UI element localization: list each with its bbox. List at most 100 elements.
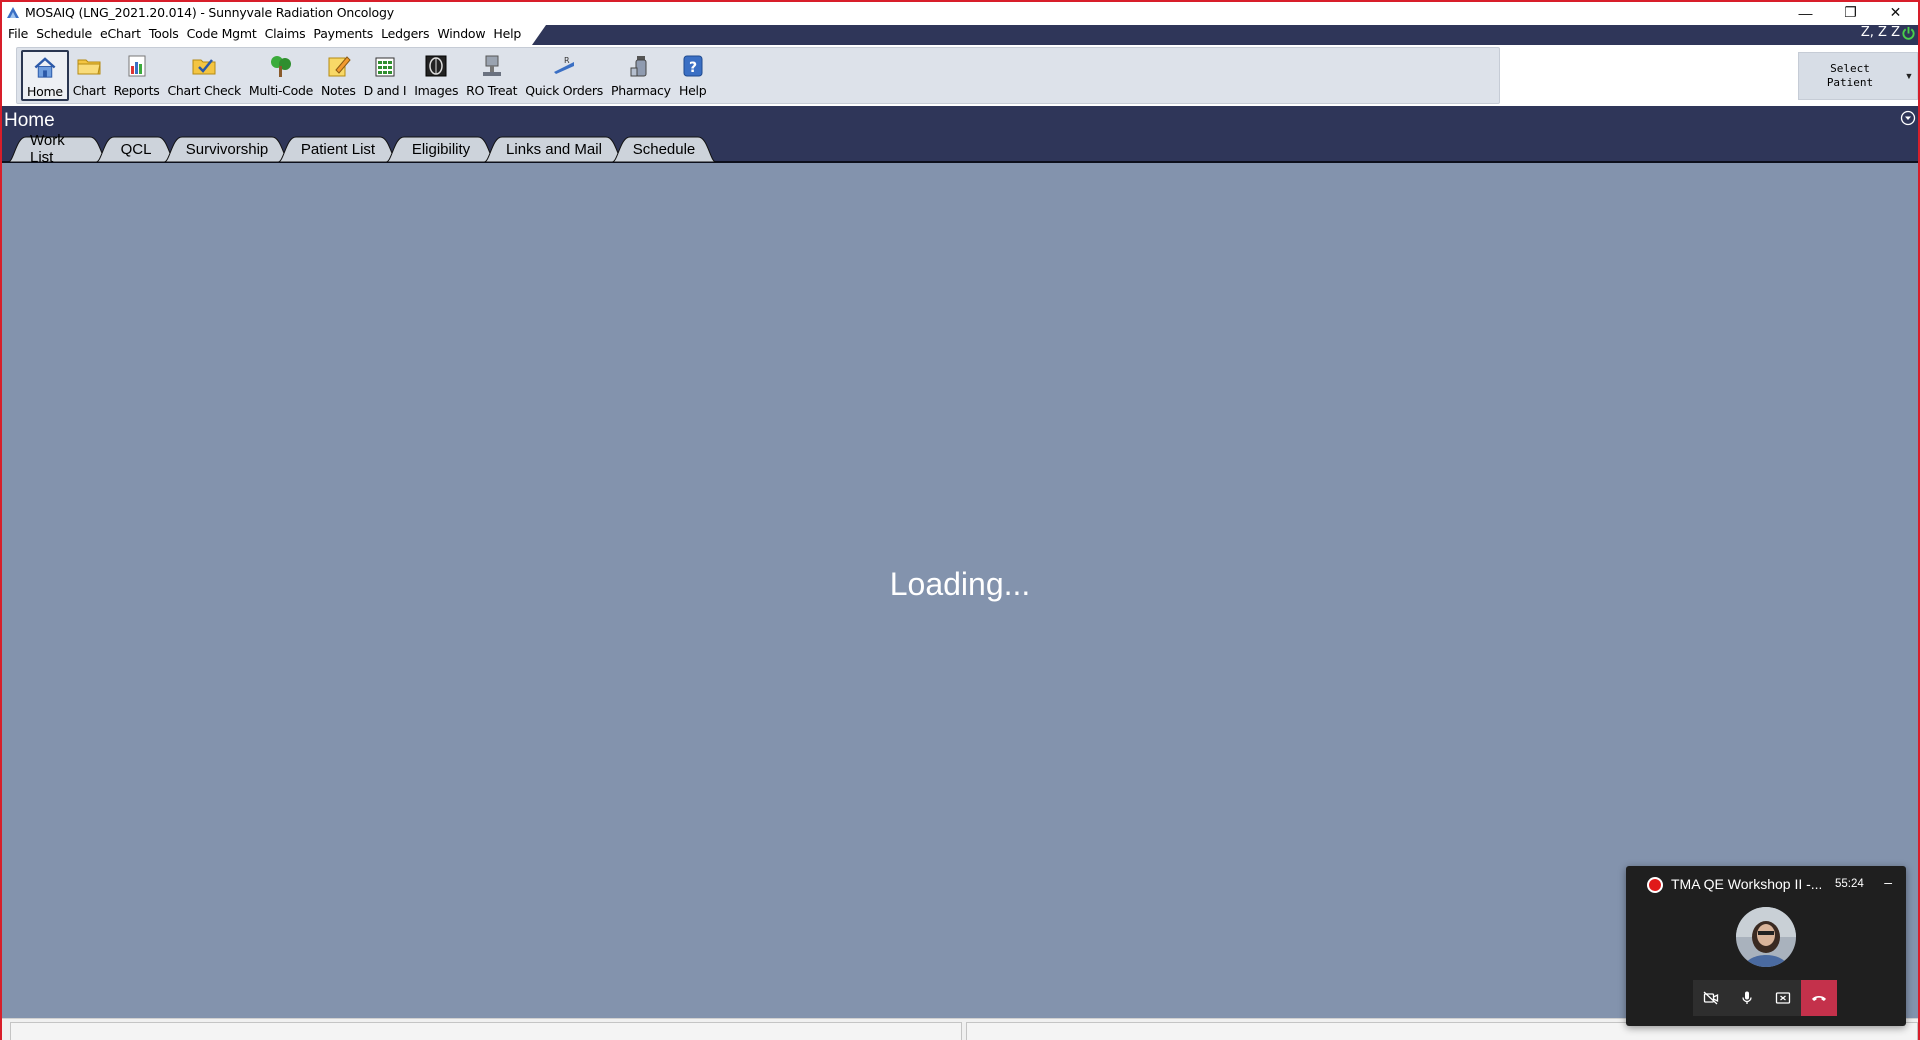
toolbar-label: Notes xyxy=(321,83,356,98)
hang-up-icon xyxy=(1812,996,1826,1001)
main-toolbar: Home Chart Reports Chart Check Multi-Cod… xyxy=(16,47,1500,104)
call-widget[interactable]: TMA QE Workshop II -... 55:24 – xyxy=(1626,866,1906,1026)
end-call-button[interactable] xyxy=(1801,980,1837,1016)
toolbar-area: Home Chart Reports Chart Check Multi-Cod… xyxy=(2,45,1918,106)
recording-icon xyxy=(1647,877,1663,893)
restore-button[interactable]: ❐ xyxy=(1828,2,1873,23)
toolbar-chart-button[interactable]: Chart xyxy=(69,50,110,101)
svg-text:R: R xyxy=(564,56,570,65)
toolbar-ro-treat-button[interactable]: RO Treat xyxy=(462,50,521,101)
menu-claims[interactable]: Claims xyxy=(264,26,313,41)
tab-links-and-mail[interactable]: Links and Mail xyxy=(484,136,624,162)
avatar xyxy=(1736,907,1796,967)
toolbar-multi-code-button[interactable]: Multi-Code xyxy=(245,50,317,101)
svg-text:?: ? xyxy=(689,60,697,76)
chevron-down-icon[interactable]: ▼ xyxy=(1901,71,1917,81)
restore-icon: ❐ xyxy=(1844,4,1857,20)
close-button[interactable]: ✕ xyxy=(1873,2,1918,23)
menu-help[interactable]: Help xyxy=(492,26,528,41)
share-screen-icon xyxy=(1775,992,1791,1004)
images-icon xyxy=(425,55,447,77)
tab-label: Work List xyxy=(30,132,65,166)
power-icon[interactable] xyxy=(1901,26,1916,41)
reports-icon xyxy=(128,55,145,77)
home-icon xyxy=(34,57,56,78)
toolbar-label: Chart xyxy=(72,83,106,98)
d-and-i-icon xyxy=(375,57,395,77)
toolbar-label: Chart Check xyxy=(167,83,241,98)
toolbar-chart-check-button[interactable]: Chart Check xyxy=(163,50,244,101)
toolbar-label: RO Treat xyxy=(466,83,518,98)
tab-patient-list[interactable]: Patient List xyxy=(278,136,398,162)
toolbar-reports-button[interactable]: Reports xyxy=(110,50,164,101)
ro-treat-icon xyxy=(482,55,501,76)
app-window: MOSAIQ (LNG_2021.20.014) - Sunnyvale Rad… xyxy=(0,0,1920,1040)
camera-off-icon xyxy=(1703,991,1719,1005)
tab-schedule[interactable]: Schedule xyxy=(612,136,716,162)
toolbar-label: D and I xyxy=(363,83,407,98)
toolbar-pharmacy-button[interactable]: Pharmacy xyxy=(607,50,675,101)
tab-label: Schedule xyxy=(632,140,696,158)
menu-file[interactable]: File xyxy=(8,26,35,41)
camera-toggle-button[interactable] xyxy=(1693,980,1729,1016)
microphone-button[interactable] xyxy=(1729,980,1765,1016)
quick-orders-icon: R xyxy=(554,56,575,74)
toolbar-home-button[interactable]: Home xyxy=(21,50,69,101)
help-icon: ? xyxy=(683,55,703,77)
menu-code-mgmt[interactable]: Code Mgmt xyxy=(186,26,264,41)
menu-payments[interactable]: Payments xyxy=(312,26,380,41)
toolbar-label: Quick Orders xyxy=(525,83,603,98)
title-bar: MOSAIQ (LNG_2021.20.014) - Sunnyvale Rad… xyxy=(2,2,1918,23)
loading-message: Loading... xyxy=(889,566,1031,602)
microphone-icon xyxy=(1742,991,1752,1004)
tab-label: Survivorship xyxy=(185,140,269,158)
toolbar-label: Images xyxy=(414,83,459,98)
select-patient-label: Select Patient xyxy=(1826,62,1874,89)
tab-work-list[interactable]: Work List xyxy=(8,132,108,166)
home-header: Home Work List QCL Survivorship Patient … xyxy=(2,106,1918,166)
menu-bar: File Schedule eChart Tools Code Mgmt Cla… xyxy=(2,23,1918,45)
toolbar-label: Pharmacy xyxy=(610,83,671,98)
menu-window[interactable]: Window xyxy=(436,26,492,41)
toolbar-label: Multi-Code xyxy=(248,83,313,98)
call-duration: 55:24 xyxy=(1835,878,1864,890)
toolbar-label: Help xyxy=(679,83,707,98)
tab-label: Links and Mail xyxy=(506,140,602,158)
app-icon xyxy=(5,5,21,21)
chart-folder-icon xyxy=(77,59,101,75)
minimize-button[interactable]: — xyxy=(1783,2,1828,23)
tab-survivorship[interactable]: Survivorship xyxy=(164,136,290,162)
toolbar-images-button[interactable]: Images xyxy=(410,50,462,101)
window-title: MOSAIQ (LNG_2021.20.014) - Sunnyvale Rad… xyxy=(25,5,394,20)
select-patient-button[interactable]: Select Patient ▼ xyxy=(1798,52,1918,100)
toolbar-d-and-i-button[interactable]: D and I xyxy=(360,50,411,101)
toolbar-label: Home xyxy=(27,84,63,99)
current-user: Z, Z Z xyxy=(1860,25,1900,40)
tab-label: QCL xyxy=(120,140,152,158)
toolbar-label: Reports xyxy=(113,83,160,98)
toolbar-notes-button[interactable]: Notes xyxy=(317,50,360,101)
close-icon: ✕ xyxy=(1889,4,1902,20)
tab-eligibility[interactable]: Eligibility xyxy=(386,136,496,162)
call-minimize-button[interactable]: – xyxy=(1884,874,1892,890)
call-controls xyxy=(1693,980,1837,1016)
call-title: TMA QE Workshop II -... xyxy=(1671,876,1821,892)
pharmacy-icon xyxy=(630,56,647,77)
toolbar-quick-orders-button[interactable]: R Quick Orders xyxy=(521,50,607,101)
minimize-icon: — xyxy=(1798,4,1813,21)
page-title: Home xyxy=(4,110,55,131)
menu-schedule[interactable]: Schedule xyxy=(35,26,99,41)
multi-code-icon xyxy=(270,56,291,77)
tab-label: Eligibility xyxy=(411,140,471,158)
collapse-icon[interactable] xyxy=(1900,110,1916,126)
home-tabs: Work List QCL Survivorship Patient List … xyxy=(8,132,716,166)
chart-check-icon xyxy=(192,59,216,75)
share-screen-button[interactable] xyxy=(1765,980,1801,1016)
menu-tools[interactable]: Tools xyxy=(148,26,186,41)
tab-label: Patient List xyxy=(300,140,376,158)
toolbar-help-button[interactable]: ? Help xyxy=(675,50,711,101)
menu-ledgers[interactable]: Ledgers xyxy=(380,26,436,41)
status-pane-left xyxy=(10,1022,962,1040)
notes-icon xyxy=(328,56,351,77)
menu-echart[interactable]: eChart xyxy=(99,26,148,41)
